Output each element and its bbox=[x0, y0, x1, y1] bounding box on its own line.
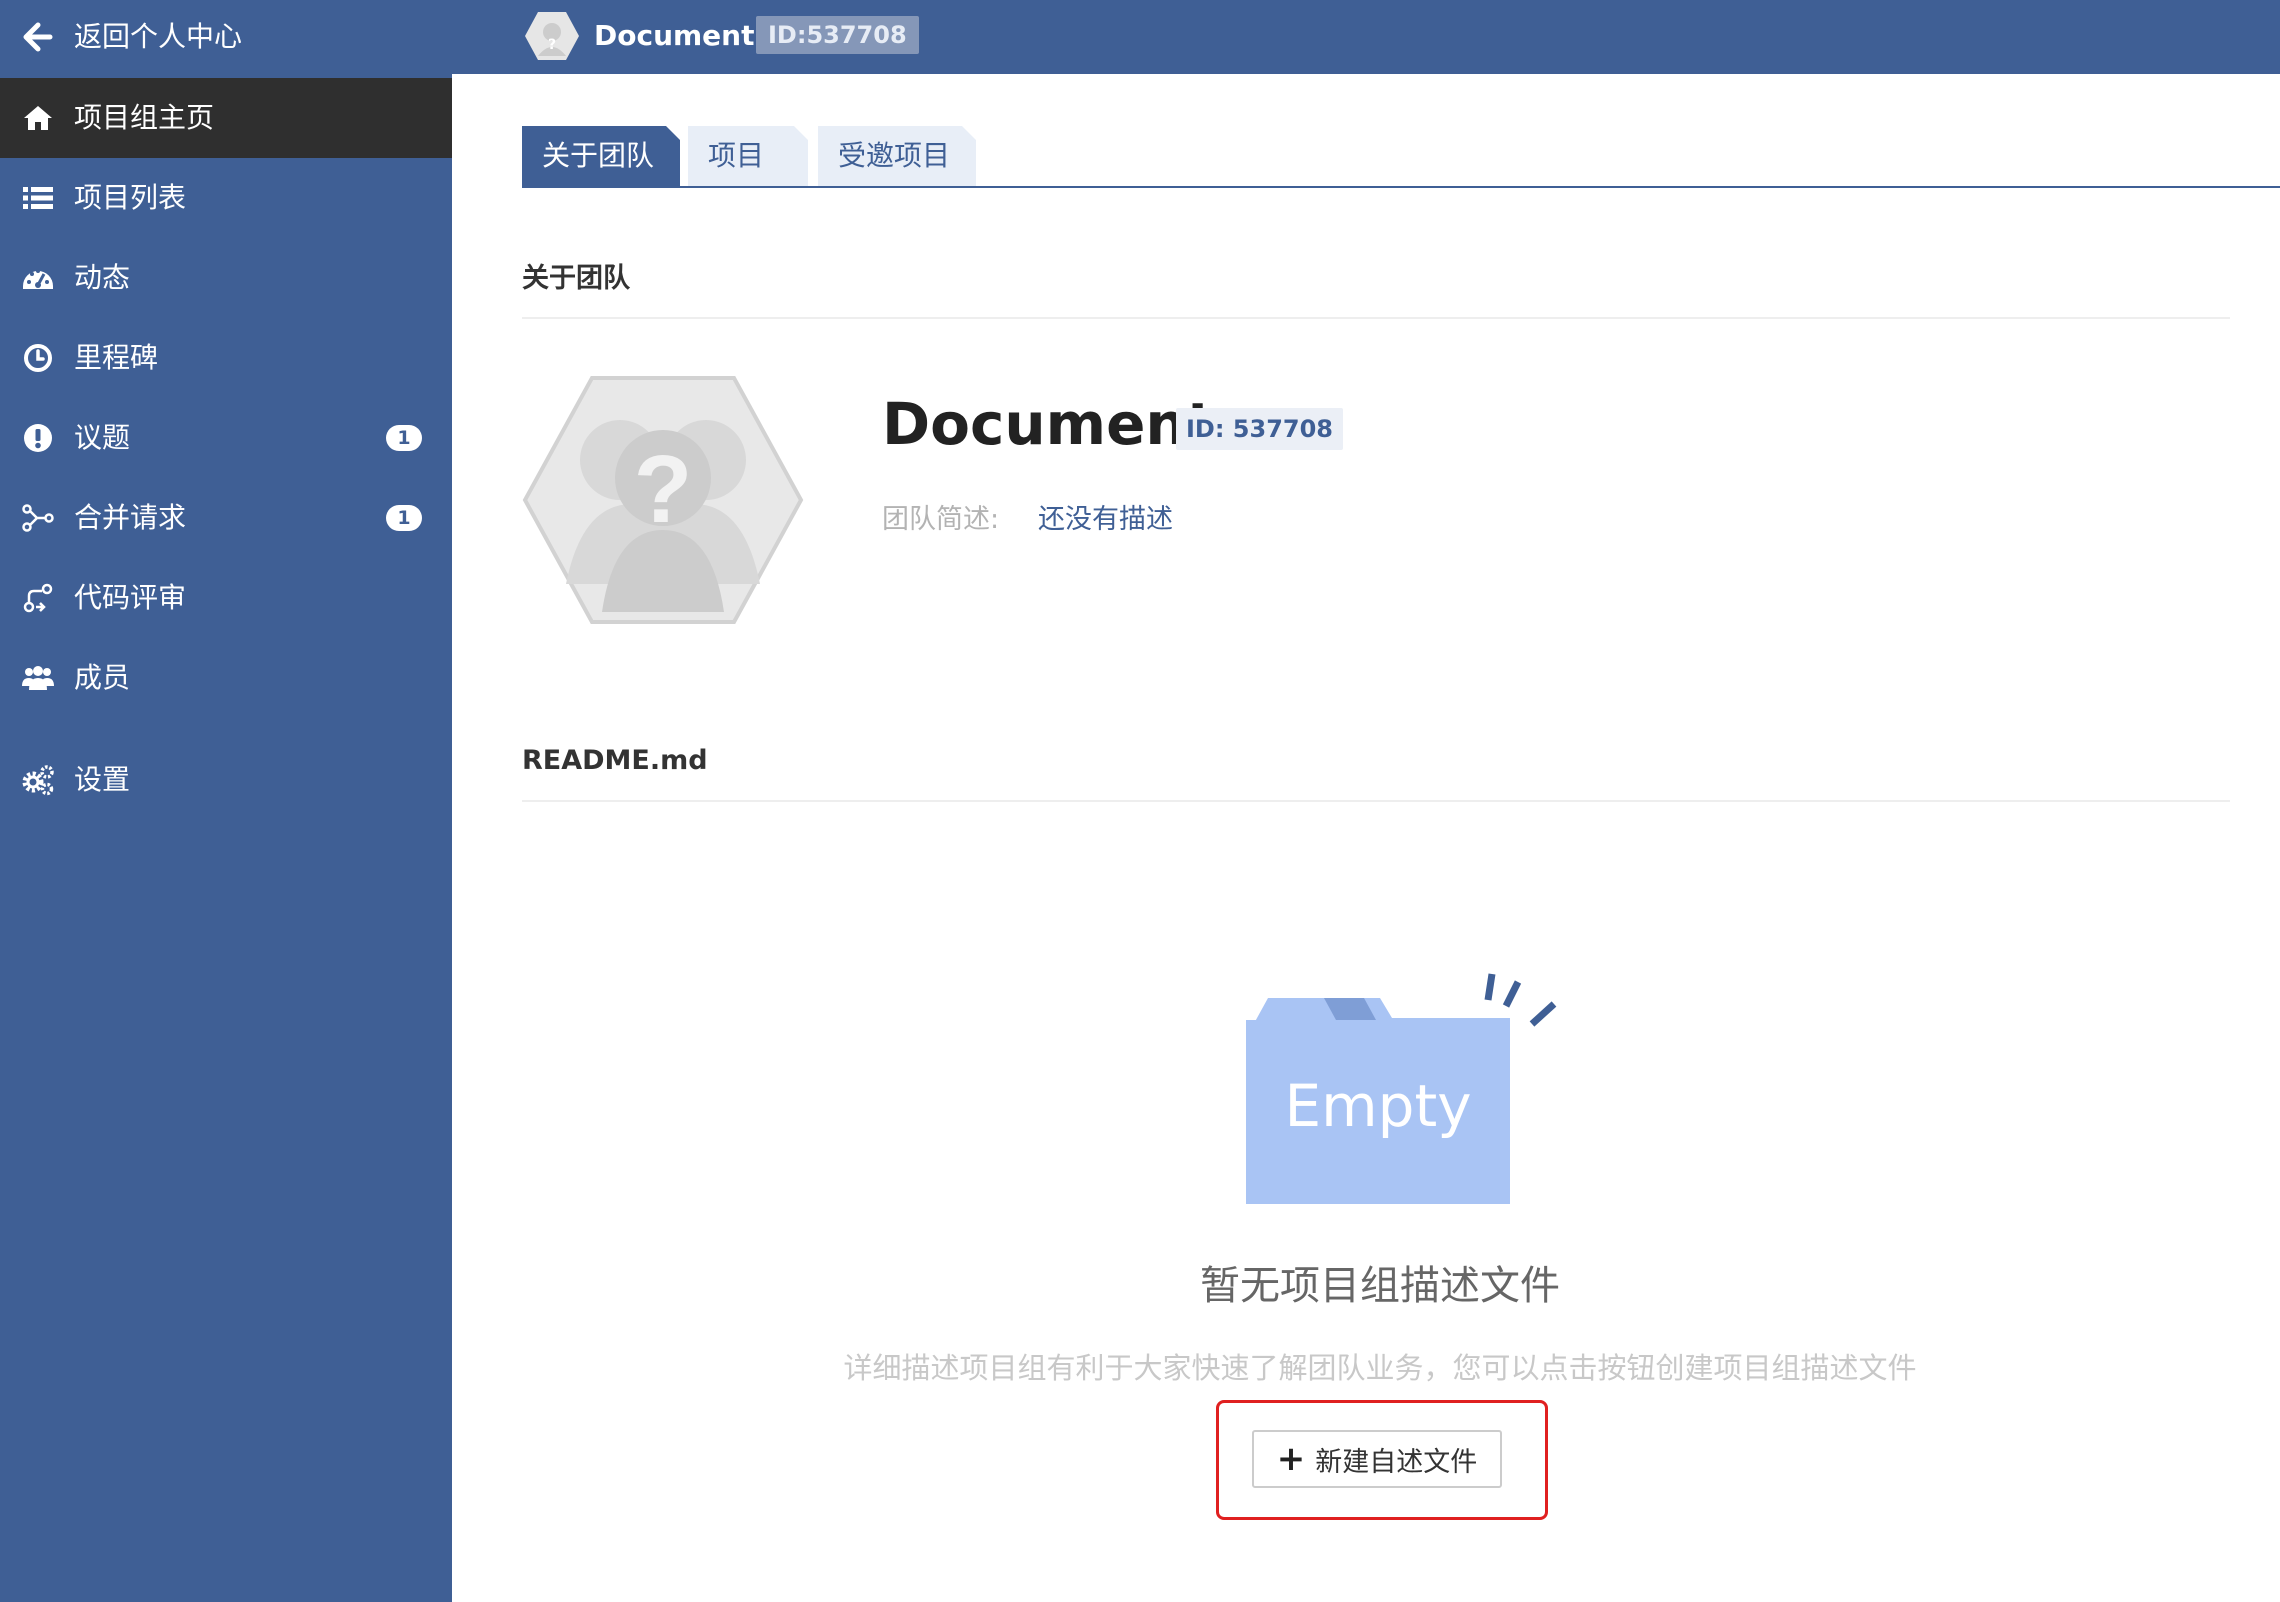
sidebar-item-project-list[interactable]: 项目列表 bbox=[0, 158, 452, 238]
sidebar-item-members[interactable]: 成员 bbox=[0, 638, 452, 718]
sidebar-item-label: 代码评审 bbox=[74, 581, 187, 614]
team-avatar: ? bbox=[522, 376, 804, 624]
sidebar-item-label: 合并请求 bbox=[74, 501, 187, 534]
tab-projects[interactable]: 项目 bbox=[688, 126, 808, 186]
home-icon bbox=[24, 106, 52, 130]
group-id-badge: ID:537708 bbox=[756, 16, 919, 54]
section-divider bbox=[522, 800, 2230, 802]
sidebar-item-label: 项目组主页 bbox=[74, 101, 215, 134]
sidebar-item-merge-requests[interactable]: 合并请求 1 bbox=[0, 478, 452, 558]
about-section-title: 关于团队 bbox=[522, 263, 630, 294]
gears-icon bbox=[22, 765, 54, 796]
tab-label: 关于团队 bbox=[542, 139, 655, 172]
group-avatar-icon: ? bbox=[525, 12, 579, 60]
back-to-profile-link[interactable]: 返回个人中心 bbox=[0, 0, 452, 78]
sidebar-item-label: 设置 bbox=[74, 763, 131, 796]
svg-text:?: ? bbox=[634, 436, 693, 543]
empty-folder-illustration: Empty bbox=[1246, 973, 1557, 1204]
empty-state-title: 暂无项目组描述文件 bbox=[1200, 1263, 1560, 1309]
team-id-badge: ID: 537708 bbox=[1176, 408, 1343, 450]
sidebar-item-group-home[interactable]: 项目组主页 bbox=[0, 78, 452, 158]
create-readme-button-label: 新建自述文件 bbox=[1315, 1446, 1478, 1478]
tab-about-team[interactable]: 关于团队 bbox=[522, 126, 680, 186]
arrow-left-icon bbox=[23, 22, 53, 52]
sidebar-item-label: 议题 bbox=[74, 421, 131, 454]
top-bar: ? Document ID:537708 bbox=[452, 0, 2280, 74]
tab-label: 项目 bbox=[708, 139, 765, 172]
sidebar-item-issues[interactable]: 议题 1 bbox=[0, 398, 452, 478]
sidebar-item-label: 动态 bbox=[74, 261, 131, 294]
team-name: Document bbox=[882, 390, 1215, 458]
exclamation-icon bbox=[24, 424, 52, 452]
users-icon bbox=[22, 666, 54, 690]
back-link-label: 返回个人中心 bbox=[74, 20, 243, 53]
readme-section-title: README.md bbox=[522, 745, 708, 776]
sidebar-item-label: 里程碑 bbox=[74, 341, 159, 374]
team-description-value: 还没有描述 bbox=[1038, 504, 1173, 535]
issues-count-badge: 1 bbox=[386, 425, 422, 451]
dashboard-icon bbox=[23, 269, 53, 289]
list-icon bbox=[23, 187, 53, 209]
clock-icon bbox=[24, 344, 52, 372]
svg-text:?: ? bbox=[548, 37, 556, 53]
merge-icon bbox=[22, 504, 54, 532]
sidebar-item-label: 项目列表 bbox=[74, 181, 187, 214]
tab-invited-projects[interactable]: 受邀项目 bbox=[818, 126, 976, 186]
sidebar-item-code-review[interactable]: 代码评审 bbox=[0, 558, 452, 638]
tab-label: 受邀项目 bbox=[838, 139, 951, 172]
section-divider bbox=[522, 317, 2230, 319]
sidebar-item-milestones[interactable]: 里程碑 bbox=[0, 318, 452, 398]
code-review-icon bbox=[23, 583, 53, 613]
sidebar-item-activity[interactable]: 动态 bbox=[0, 238, 452, 318]
group-title: Document bbox=[594, 19, 755, 52]
tab-bar: 关于团队 项目 受邀项目 bbox=[522, 126, 2280, 188]
empty-state-description: 详细描述项目组有利于大家快速了解团队业务，您可以点击按钮创建项目组描述文件 bbox=[843, 1351, 1917, 1385]
create-readme-button[interactable]: + 新建自述文件 bbox=[1252, 1430, 1502, 1488]
sidebar-item-settings[interactable]: 设置 bbox=[0, 740, 452, 820]
sidebar-item-label: 成员 bbox=[74, 661, 131, 694]
merge-requests-count-badge: 1 bbox=[386, 505, 422, 531]
plus-icon: + bbox=[1276, 1439, 1306, 1479]
empty-label: Empty bbox=[1284, 1072, 1471, 1140]
team-description-label: 团队简述: bbox=[882, 504, 1000, 535]
